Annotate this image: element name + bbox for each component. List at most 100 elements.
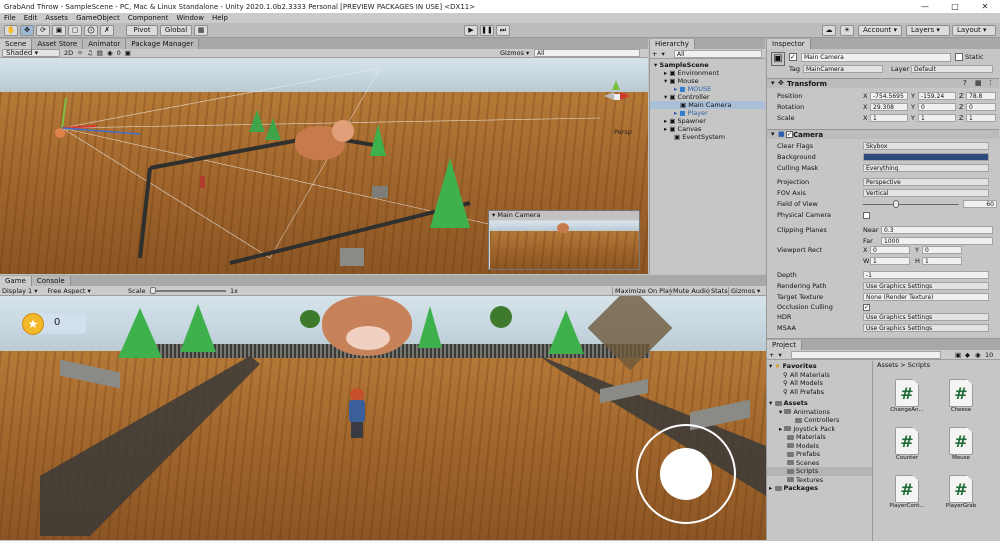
script-asset[interactable]: # PlayerCont... — [885, 475, 929, 521]
fov-slider[interactable] — [863, 204, 959, 205]
kebab-menu-icon[interactable]: ⋮ — [987, 79, 994, 87]
hierarchy-item[interactable]: ▾ SampleScene — [650, 61, 765, 69]
transform-tool-icon[interactable]: ⨀ — [84, 25, 98, 36]
tree-item[interactable]: ▸ Packages — [767, 484, 872, 493]
mute-audio-button[interactable]: Mute Audio — [670, 286, 712, 295]
menu-assets[interactable]: Assets — [45, 14, 68, 22]
transform-foldout-icon[interactable]: ▾ — [771, 79, 775, 87]
scene-search-input[interactable]: All — [534, 49, 640, 57]
hierarchy-item-selected[interactable]: ▣ Main Camera — [650, 101, 765, 109]
tab-project[interactable]: Project — [767, 340, 802, 350]
filter-icon[interactable]: ▣ — [955, 351, 961, 359]
tree-item[interactable]: Textures — [767, 476, 872, 485]
tab-package-manager[interactable]: Package Manager — [126, 39, 200, 49]
rotate-tool-icon[interactable]: ⟳ — [36, 25, 50, 36]
effects-icon[interactable]: ▤ — [97, 49, 103, 57]
stats-button[interactable]: Stats — [708, 286, 730, 295]
2d-toggle[interactable]: 2D — [64, 49, 73, 57]
rect-tool-icon[interactable]: ▢ — [68, 25, 82, 36]
tree-item[interactable]: ▸ Joystick Pack — [767, 425, 872, 434]
hierarchy-item[interactable]: ▸ ■ Player — [650, 109, 765, 117]
rendering-path-dropdown[interactable]: Use Graphics Settings — [863, 282, 989, 290]
tree-item[interactable]: ▾ Assets — [767, 399, 872, 408]
scene-view[interactable]: Persp ▾ Main Camera — [0, 58, 648, 274]
object-name-field[interactable]: Main Camera — [801, 53, 951, 62]
shading-mode-dropdown[interactable]: Shaded ▾ — [2, 49, 60, 57]
active-checkbox[interactable]: ✓ — [789, 53, 797, 61]
script-asset[interactable]: # Counter — [885, 427, 929, 473]
menu-window[interactable]: Window — [176, 14, 204, 22]
audio-icon[interactable]: ♫ — [87, 49, 93, 57]
help-icon[interactable]: ? — [963, 79, 967, 87]
rotation-x-field[interactable]: 29.308 — [870, 103, 908, 111]
hierarchy-search-input[interactable]: All — [674, 50, 762, 58]
close-icon[interactable]: ✕ — [970, 0, 1000, 13]
fov-field[interactable]: 60 — [963, 200, 997, 208]
tab-scene[interactable]: Scene — [0, 39, 33, 49]
tree-item[interactable]: ⚲ All Models — [767, 379, 872, 388]
hierarchy-item[interactable]: ▸ ▣ Spawner — [650, 117, 765, 125]
menu-gameobject[interactable]: GameObject — [76, 14, 120, 22]
position-y-field[interactable]: -159.24 — [918, 92, 956, 100]
visibility-icon[interactable]: ◉ — [975, 351, 981, 359]
tab-game[interactable]: Game — [0, 276, 32, 286]
hierarchy-item[interactable]: ▸ ▣ Canvas — [650, 125, 765, 133]
target-texture-field[interactable]: None (Render Texture) — [863, 293, 989, 301]
global-toggle[interactable]: Global — [160, 25, 192, 36]
tab-asset-store[interactable]: Asset Store — [32, 39, 84, 49]
tab-inspector[interactable]: Inspector — [767, 39, 811, 49]
hierarchy-item[interactable]: ▾ ▣ Mouse — [650, 77, 765, 85]
tab-hierarchy[interactable]: Hierarchy — [650, 39, 695, 49]
custom-tool-icon[interactable]: ✗ — [100, 25, 114, 36]
msaa-dropdown[interactable]: Use Graphics Settings — [863, 324, 989, 332]
far-field[interactable]: 1000 — [881, 237, 993, 245]
project-add-button[interactable]: + — [769, 351, 774, 359]
label-icon[interactable]: ◆ — [965, 351, 970, 359]
position-z-field[interactable]: 78.8 — [966, 92, 996, 100]
account-dropdown[interactable]: Account ▾ — [858, 25, 902, 36]
script-asset[interactable]: # PlayerGrab — [939, 475, 983, 521]
joystick-handle[interactable] — [660, 448, 712, 500]
hierarchy-item[interactable]: ▣ EventSystem — [650, 133, 765, 141]
gizmos-dropdown[interactable]: Gizmos ▾ — [500, 49, 529, 57]
menu-file[interactable]: File — [4, 14, 16, 22]
hierarchy-item[interactable]: ▸ ▣ Environment — [650, 69, 765, 77]
tree-item[interactable]: Scenes — [767, 459, 872, 468]
tab-animator[interactable]: Animator — [83, 39, 127, 49]
viewport-x-field[interactable]: 0 — [870, 246, 910, 254]
maximize-icon[interactable]: □ — [940, 0, 970, 13]
hierarchy-item[interactable]: ▸ ■ MOUSE — [650, 85, 765, 93]
camera-enabled-checkbox[interactable]: ✓ — [786, 131, 793, 138]
display-dropdown[interactable]: Display 1 ▾ — [2, 287, 38, 295]
joystick-background[interactable] — [636, 424, 736, 524]
grid-snap-icon[interactable]: ▦ — [194, 25, 208, 36]
tree-item[interactable]: ▾ ★ Favorites — [767, 362, 872, 371]
orientation-gizmo[interactable] — [602, 78, 634, 110]
preset-icon[interactable]: ▦ — [975, 79, 982, 87]
occlusion-culling-checkbox[interactable]: ✓ — [863, 304, 870, 311]
play-button[interactable]: ▶ — [464, 25, 478, 36]
tree-item[interactable]: Prefabs — [767, 450, 872, 459]
move-tool-icon[interactable]: ✥ — [20, 25, 34, 36]
rotation-z-field[interactable]: 0 — [966, 103, 996, 111]
tree-item[interactable]: ⚲ All Materials — [767, 371, 872, 380]
layer-dropdown[interactable]: Default — [911, 65, 993, 73]
physical-camera-checkbox[interactable] — [863, 212, 870, 219]
menu-component[interactable]: Component — [128, 14, 169, 22]
tree-item[interactable]: ▾ Animations — [767, 408, 872, 417]
viewport-w-field[interactable]: 1 — [870, 257, 910, 265]
scale-tool-icon[interactable]: ▣ — [52, 25, 66, 36]
lighting-icon[interactable]: ☼ — [77, 49, 83, 57]
hand-tool-icon[interactable]: ✋ — [4, 25, 18, 36]
depth-field[interactable]: -1 — [863, 271, 989, 279]
minimize-icon[interactable]: — — [910, 0, 940, 13]
scale-slider-thumb[interactable] — [150, 287, 156, 294]
tree-item-selected[interactable]: Scripts — [767, 467, 872, 476]
game-gizmos-button[interactable]: Gizmos ▾ — [728, 286, 762, 295]
hierarchy-item[interactable]: ▾ ▣ Controller — [650, 93, 765, 101]
tree-item[interactable]: Controllers — [767, 416, 872, 425]
pause-button[interactable]: ❚❚ — [480, 25, 494, 36]
scale-slider[interactable] — [150, 290, 226, 292]
layout-dropdown[interactable]: Layout ▾ — [952, 25, 996, 36]
clear-flags-dropdown[interactable]: Skybox — [863, 142, 989, 150]
